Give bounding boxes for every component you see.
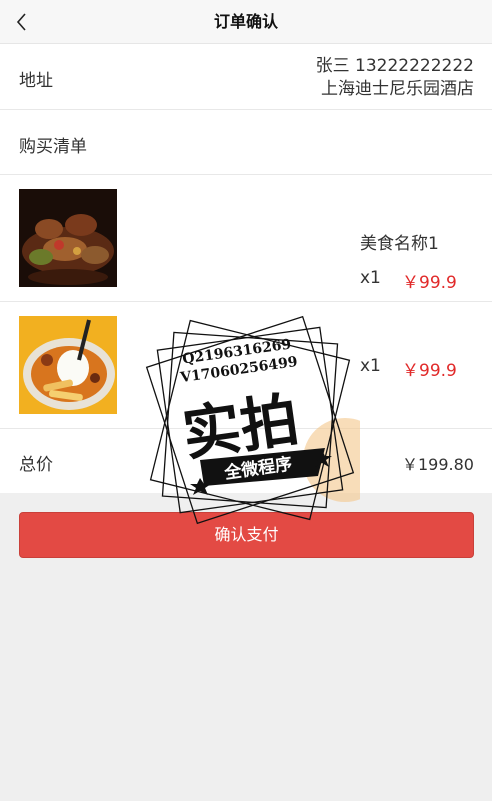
order-content: 地址 张三 13222222222 上海迪士尼乐园酒店 购买清单 美食名称1 x… [0, 44, 492, 493]
item-price: ￥99.9 [402, 273, 457, 293]
purchase-list-label: 购买清单 [19, 137, 87, 157]
address-row[interactable]: 地址 张三 13222222222 上海迪士尼乐园酒店 [0, 44, 492, 110]
address-name-phone: 张三 13222222222 [315, 56, 474, 76]
total-row: 总价 ￥199.80 [0, 429, 492, 493]
page-title: 订单确认 [213, 12, 278, 31]
list-item[interactable]: 美食名称1 x1 ￥99.9 [0, 175, 492, 302]
total-label: 总价 [19, 455, 53, 475]
confirm-pay-button[interactable]: 确认支付 [19, 512, 474, 558]
back-button[interactable] [8, 6, 40, 38]
item-price: ￥99.9 [402, 361, 457, 381]
food-image [19, 316, 117, 414]
purchase-list-header: 购买清单 [0, 110, 492, 175]
item-quantity: x1 [360, 356, 381, 376]
chevron-left-icon [16, 13, 26, 31]
list-item[interactable]: x1 ￥99.9 [0, 302, 492, 429]
item-name: 美食名称1 [360, 234, 439, 254]
address-detail: 张三 13222222222 上海迪士尼乐园酒店 [316, 55, 474, 101]
item-quantity: x1 [360, 268, 381, 288]
total-value: ￥199.80 [402, 455, 474, 474]
nav-bar: 订单确认 [0, 0, 492, 44]
address-label: 地址 [19, 71, 53, 91]
food-image [19, 189, 117, 287]
address-location: 上海迪士尼乐园酒店 [321, 79, 474, 99]
